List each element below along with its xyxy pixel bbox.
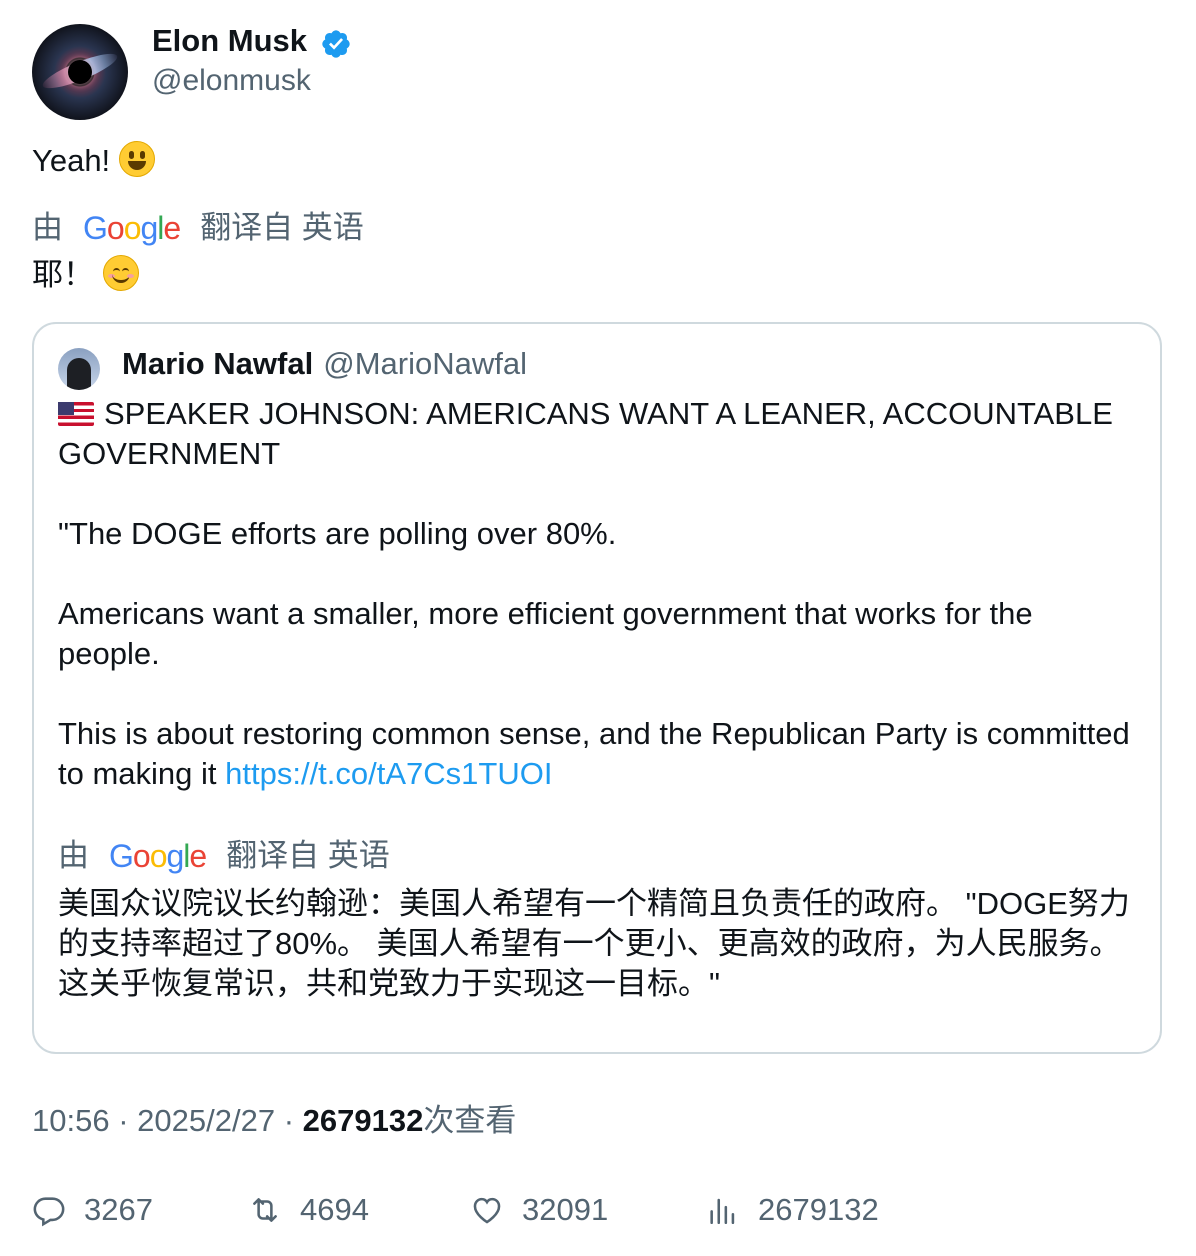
- translated-tweet-text: 耶！: [32, 254, 139, 296]
- quoted-tweet[interactable]: Mario Nawfal @MarioNawfal SPEAKER JOHNSON…: [32, 322, 1162, 1054]
- like-count: 32091: [522, 1192, 609, 1227]
- quoted-link[interactable]: https://t.co/tA7Cs1TUOI: [225, 756, 552, 791]
- quoted-paragraph-3-text: This is about restoring common sense, an…: [58, 716, 1130, 791]
- translation-suffix: 翻译自 英语: [200, 210, 364, 245]
- quoted-paragraph-2: Americans want a smaller, more efficient…: [58, 596, 1033, 671]
- meta-separator: ·: [118, 1103, 129, 1138]
- tweet-date[interactable]: 2025/2/27: [137, 1103, 275, 1138]
- quoted-translated-text: 美国众议院议长约翰逊：美国人希望有一个精简且负责任的政府。 "DOGE努力的支持…: [58, 886, 1130, 1001]
- retweet-icon: [253, 1198, 277, 1222]
- quoted-translation-prefix: 由: [58, 838, 89, 873]
- quoted-paragraph-1: "The DOGE efforts are polling over 80%.: [58, 516, 617, 551]
- google-logo: Google: [83, 210, 181, 246]
- quoted-author-name: Mario Nawfal: [122, 346, 314, 381]
- retweet-count: 4694: [300, 1192, 369, 1227]
- quoted-translation-attribution[interactable]: 由 Google 翻译自 英语: [58, 836, 390, 876]
- quoted-author[interactable]: Mario Nawfal @MarioNawfal: [122, 344, 527, 384]
- quoted-paragraph-3: This is about restoring common sense, an…: [58, 714, 1138, 794]
- views-label: 次查看: [423, 1103, 517, 1138]
- translation-attribution[interactable]: 由 Google 翻译自 英语: [32, 208, 364, 248]
- tweet-text: Yeah!: [32, 140, 155, 182]
- tweet-meta: 10:56 · 2025/2/27 · 2679132次查看: [32, 1101, 516, 1141]
- retweet-button[interactable]: 4694: [248, 1190, 369, 1230]
- author-handle[interactable]: @elonmusk: [152, 62, 311, 100]
- quoted-headline: SPEAKER JOHNSON: AMERICANS WANT A LEANER…: [58, 396, 1113, 471]
- analytics-icon: [710, 1198, 735, 1225]
- quoted-author-handle: @MarioNawfal: [323, 346, 527, 381]
- quoted-headline-line: SPEAKER JOHNSON: AMERICANS WANT A LEANER…: [58, 394, 1138, 474]
- views-button[interactable]: 2679132: [706, 1190, 879, 1230]
- quoted-translation-suffix: 翻译自 英语: [226, 838, 390, 873]
- heart-icon: [473, 1197, 501, 1224]
- tweet-time[interactable]: 10:56: [32, 1103, 110, 1138]
- like-button[interactable]: 32091: [470, 1190, 608, 1230]
- meta-separator: ·: [283, 1103, 295, 1138]
- google-logo: Google: [109, 838, 207, 874]
- us-flag-icon: [58, 402, 94, 426]
- author-name[interactable]: Elon Musk: [152, 22, 307, 60]
- view-count: 2679132: [302, 1103, 424, 1138]
- verified-badge-icon: [322, 30, 350, 58]
- translated-text: 耶！: [32, 257, 94, 292]
- author-avatar[interactable]: [32, 24, 128, 120]
- reply-count: 3267: [84, 1192, 153, 1227]
- reply-button[interactable]: 3267: [32, 1190, 153, 1230]
- reply-icon: [33, 1197, 65, 1227]
- views-count: 2679132: [758, 1192, 879, 1227]
- smiling-face-icon: [102, 255, 139, 291]
- translation-prefix: 由: [32, 210, 63, 245]
- tweet-text-content: Yeah!: [32, 143, 111, 178]
- quoted-author-avatar[interactable]: [58, 348, 100, 390]
- quoted-tweet-body: SPEAKER JOHNSON: AMERICANS WANT A LEANER…: [58, 394, 1138, 794]
- grinning-face-icon: [118, 141, 155, 177]
- action-bar: 3267 4694 32091 2679132: [32, 1190, 1172, 1234]
